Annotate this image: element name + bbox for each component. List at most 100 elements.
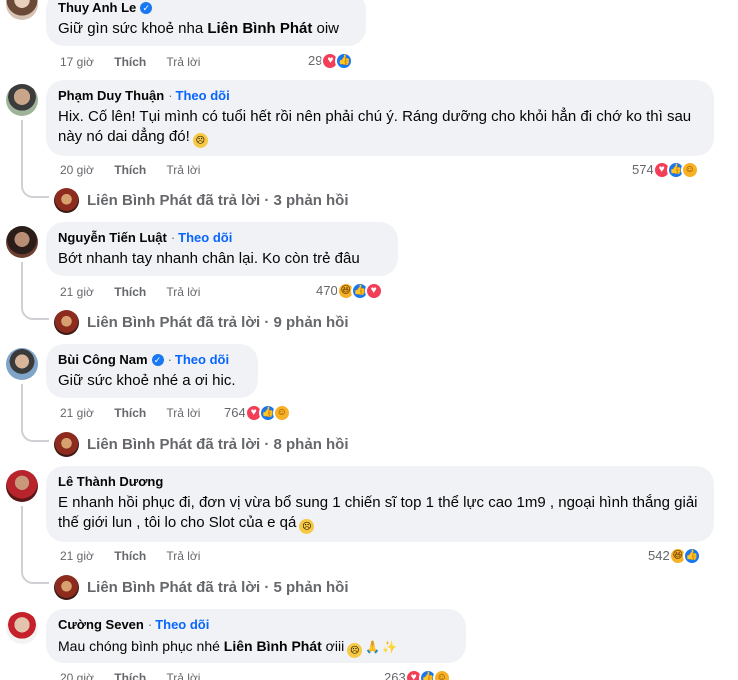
comment-time[interactable]: 21 giờ <box>60 549 94 563</box>
avatar[interactable] <box>6 470 38 502</box>
like-reaction-icon: 👍 <box>335 52 354 70</box>
like-button[interactable]: Thích <box>114 406 146 420</box>
sparkles-icon: ✨ <box>382 640 398 654</box>
reaction-count: 29 <box>308 53 323 68</box>
comment-text: E nhanh hồi phục đi, đơn vị vừa bổ sung … <box>58 493 702 534</box>
comment-text: Giữ sức khoẻ nhé a ơi hic. <box>58 372 236 389</box>
comment-text: Bớt nhanh tay nhanh chân lại. Ko còn trẻ… <box>58 250 360 267</box>
love-reaction-icon: ♥ <box>364 282 383 300</box>
view-replies-link[interactable]: Liên Bình Phát đã trả lời · 8 phản hồi <box>54 432 349 457</box>
author-row: Cường Seven · Theo dõi <box>58 617 454 633</box>
like-button[interactable]: Thích <box>114 549 146 563</box>
reply-button[interactable]: Trả lời <box>166 406 200 420</box>
comment-bubble: Nguyễn Tiến Luật · Theo dõi Bớt nhanh ta… <box>46 222 398 276</box>
comment-time[interactable]: 17 giờ <box>60 55 94 69</box>
reaction-count: 764 <box>224 405 246 420</box>
avatar[interactable] <box>6 612 38 644</box>
reaction-summary[interactable]: 29 ♥ 👍 <box>308 52 354 70</box>
thread-connector <box>21 184 49 198</box>
thread-line <box>21 384 23 428</box>
reply-button[interactable]: Trả lời <box>166 55 200 69</box>
thread-connector <box>21 570 49 584</box>
replies-summary: Liên Bình Phát đã trả lời · 3 phản hồi <box>87 191 349 209</box>
mention-link[interactable]: Liên Bình Phát <box>207 20 312 37</box>
author-name[interactable]: Bùi Công Nam <box>58 352 148 368</box>
author-row: Thuy Anh Le ✓ <box>58 0 354 16</box>
author-row: Lê Thành Dương <box>58 474 702 490</box>
separator: · <box>167 352 172 367</box>
view-replies-link[interactable]: Liên Bình Phát đã trả lời · 3 phản hồi <box>54 188 349 213</box>
avatar[interactable] <box>6 348 38 380</box>
reply-button[interactable]: Trả lời <box>166 671 200 680</box>
crying-emoji-icon: ☹ <box>299 519 315 534</box>
separator: · <box>168 88 173 103</box>
comment-bubble: Cường Seven · Theo dõi Mau chóng bình ph… <box>46 609 466 663</box>
follow-button[interactable]: Theo dõi <box>178 230 232 246</box>
comment-time[interactable]: 20 giờ <box>60 671 94 680</box>
comment-bubble: Thuy Anh Le ✓ Giữ gìn sức khoẻ nha Liên … <box>46 0 366 46</box>
thread-line <box>21 262 23 306</box>
like-button[interactable]: Thích <box>114 285 146 299</box>
author-row: Phạm Duy Thuận · Theo dõi <box>58 88 702 104</box>
author-name[interactable]: Thuy Anh Le <box>58 0 136 16</box>
reaction-summary[interactable]: 574 ♥ 👍 ☺ <box>632 161 699 179</box>
care-reaction-icon: ☺ <box>432 669 451 680</box>
thread-connector <box>21 428 49 442</box>
separator: · <box>147 617 153 632</box>
view-replies-link[interactable]: Liên Bình Phát đã trả lời · 5 phản hồi <box>54 575 349 600</box>
reply-button[interactable]: Trả lời <box>166 163 200 177</box>
mention-link[interactable]: Liên Bình Phát <box>224 638 322 654</box>
replies-summary: Liên Bình Phát đã trả lời · 5 phản hồi <box>87 578 349 596</box>
verified-badge-icon: ✓ <box>151 354 164 366</box>
verified-badge-icon: ✓ <box>140 2 153 14</box>
reaction-summary[interactable]: 542 😆 👍 <box>648 547 701 565</box>
crying-emoji-icon: ☹ <box>347 643 363 658</box>
comment-bubble: Lê Thành Dương E nhanh hồi phục đi, đơn … <box>46 466 714 542</box>
reaction-summary[interactable]: 263 ♥ 👍 ☺ <box>384 669 451 680</box>
author-name[interactable]: Lê Thành Dương <box>58 474 163 490</box>
like-button[interactable]: Thích <box>114 671 146 680</box>
view-replies-link[interactable]: Liên Bình Phát đã trả lời · 9 phản hồi <box>54 310 349 335</box>
replier-avatar <box>54 310 79 335</box>
like-button[interactable]: Thích <box>114 163 146 177</box>
author-row: Bùi Công Nam ✓ · Theo dõi <box>58 352 246 368</box>
avatar[interactable] <box>6 226 38 258</box>
replier-avatar <box>54 432 79 457</box>
reaction-count: 574 <box>632 162 654 177</box>
follow-button[interactable]: Theo dõi <box>155 617 209 633</box>
comment-bubble: Phạm Duy Thuận · Theo dõi Hix. Cố lên! T… <box>46 80 714 156</box>
comment-time[interactable]: 21 giờ <box>60 406 94 420</box>
comment-time[interactable]: 21 giờ <box>60 285 94 299</box>
reaction-count: 470 <box>316 283 338 298</box>
author-name[interactable]: Cường Seven <box>58 617 144 633</box>
follow-button[interactable]: Theo dõi <box>176 88 230 104</box>
reaction-summary[interactable]: 764 ♥ 👍 ☺ <box>224 404 291 422</box>
follow-button[interactable]: Theo dõi <box>175 352 229 368</box>
replier-avatar <box>54 575 79 600</box>
comment-actions: 21 giờ Thích Trả lời <box>60 405 217 421</box>
author-row: Nguyễn Tiến Luật · Theo dõi <box>58 230 386 246</box>
care-reaction-icon: ☺ <box>680 161 699 179</box>
reply-button[interactable]: Trả lời <box>166 549 200 563</box>
comment-bubble: Bùi Công Nam ✓ · Theo dõi Giữ sức khoẻ n… <box>46 344 258 398</box>
care-reaction-icon: ☺ <box>272 404 291 422</box>
comment-actions: 20 giờ Thích Trả lời <box>60 670 217 680</box>
comment-actions: 21 giờ Thích Trả lời <box>60 548 217 564</box>
reply-button[interactable]: Trả lời <box>166 285 200 299</box>
thread-line <box>21 120 23 184</box>
author-name[interactable]: Phạm Duy Thuận <box>58 88 164 104</box>
reaction-count: 263 <box>384 670 406 680</box>
comment-text: Giữ gìn sức khoẻ nha Liên Bình Phát oiw <box>58 20 340 37</box>
avatar[interactable] <box>6 84 38 116</box>
comment-actions: 17 giờ Thích Trả lời <box>60 54 217 70</box>
comment-text: Mau chóng bình phục nhé Liên Bình Phát ơ… <box>58 636 454 658</box>
comment-time[interactable]: 20 giờ <box>60 163 94 177</box>
avatar[interactable] <box>6 0 38 20</box>
author-name[interactable]: Nguyễn Tiến Luật <box>58 230 167 246</box>
comment-text: Hix. Cố lên! Tụi mình có tuổi hết rồi nê… <box>58 107 702 148</box>
like-button[interactable]: Thích <box>114 55 146 69</box>
reaction-summary[interactable]: 470 😆 👍 ♥ <box>316 282 383 300</box>
comment-actions: 21 giờ Thích Trả lời <box>60 284 217 300</box>
replies-summary: Liên Bình Phát đã trả lời · 9 phản hồi <box>87 313 349 331</box>
like-reaction-icon: 👍 <box>682 547 701 565</box>
